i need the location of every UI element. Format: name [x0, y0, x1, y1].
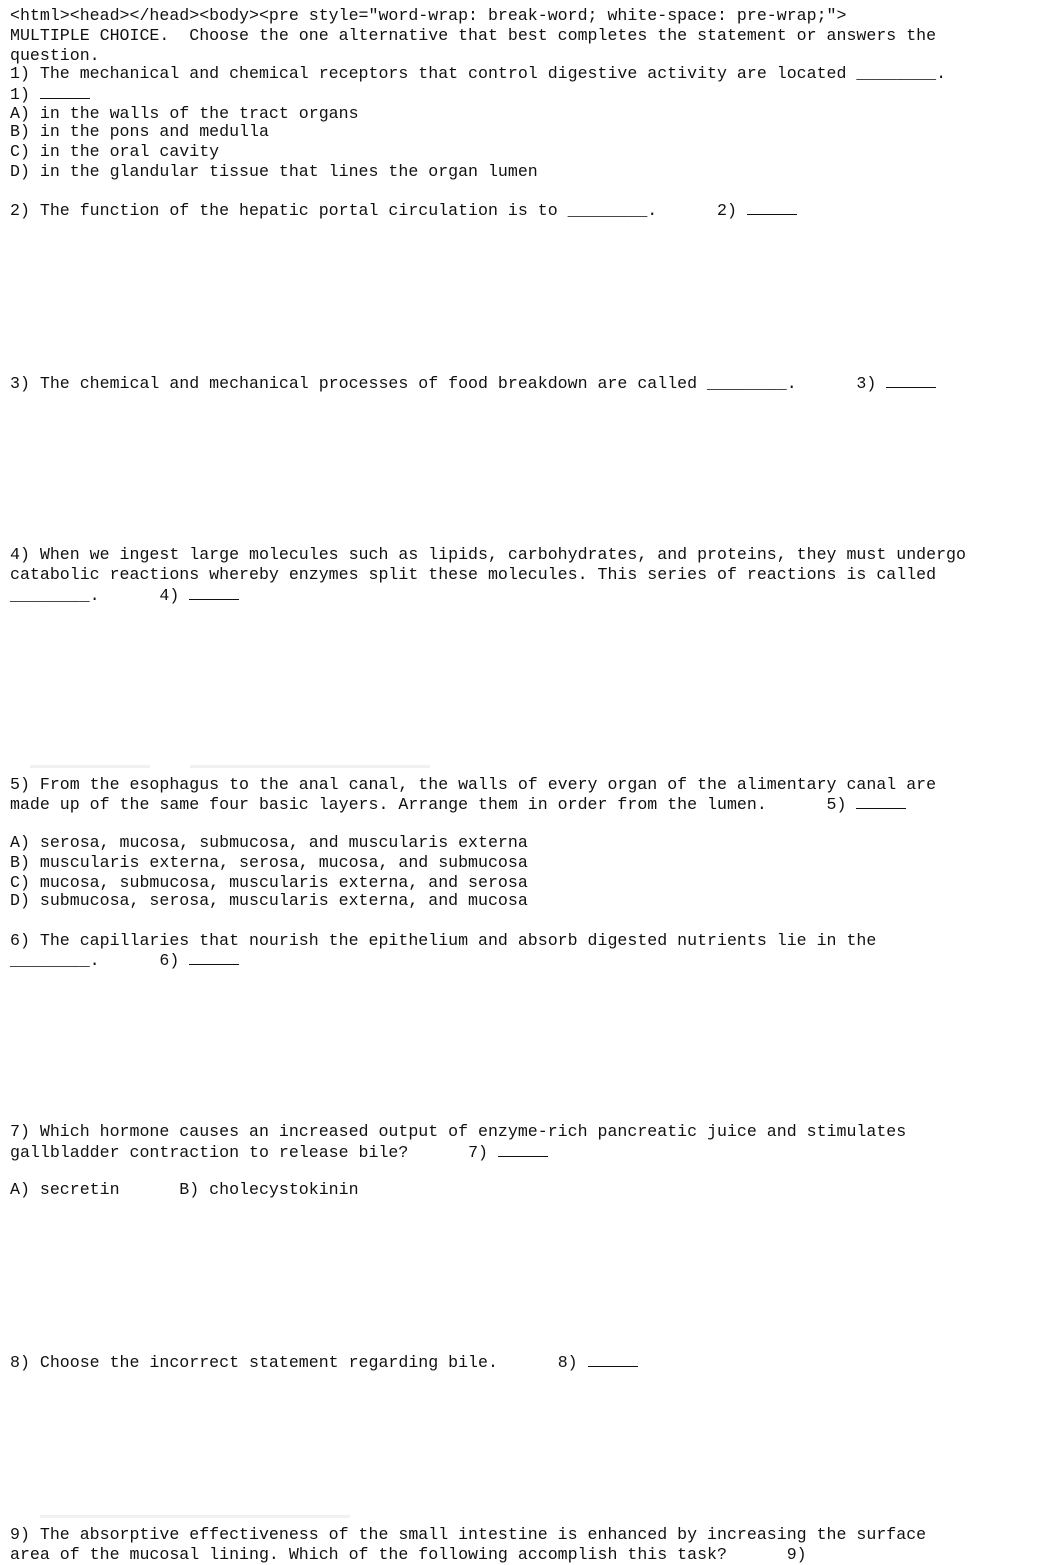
question-4-text-line-1: 4) When we ingest large molecules such a…: [10, 545, 966, 564]
question-4-text-line-3: ________. 4): [10, 585, 240, 606]
faint-artifact: [190, 765, 430, 768]
answer-blank[interactable]: [497, 1142, 548, 1157]
document-page: <html><head></head><body><pre style="wor…: [0, 0, 1062, 1564]
answer-label: 2): [717, 201, 737, 220]
answer-blank[interactable]: [39, 84, 90, 99]
question-1-answer: 1): [10, 84, 90, 105]
question-5-text-line-2: made up of the same four basic layers. A…: [10, 794, 907, 815]
question-7-text: gallbladder contraction to release bile?: [10, 1143, 469, 1162]
question-7-text-line-1: 7) Which hormone causes an increased out…: [10, 1122, 907, 1141]
question-3: 3) The chemical and mechanical processes…: [10, 373, 937, 394]
question-7-options: A) secretin B) cholecystokinin: [10, 1180, 359, 1199]
question-3-text: 3) The chemical and mechanical processes…: [10, 374, 857, 393]
question-5-option-d: D) submucosa, serosa, muscularis externa…: [10, 891, 528, 910]
answer-blank[interactable]: [746, 200, 797, 215]
question-1-text: 1) The mechanical and chemical receptors…: [10, 64, 947, 83]
question-5-text-line-1: 5) From the esophagus to the anal canal,…: [10, 775, 937, 794]
answer-label: 1): [10, 85, 30, 104]
question-1-option-b: B) in the pons and medulla: [10, 122, 269, 141]
answer-label: 8): [557, 1353, 578, 1372]
question-5-option-a: A) serosa, mucosa, submucosa, and muscul…: [10, 833, 528, 852]
answer-label: 3): [856, 374, 877, 393]
faint-artifact: [30, 765, 150, 768]
question-1-option-a: A) in the walls of the tract organs: [10, 104, 359, 123]
answer-label: 4): [159, 586, 180, 605]
question-9-text: area of the mucosal lining. Which of the…: [10, 1545, 787, 1564]
source-header-text: <html><head></head><body><pre style="wor…: [10, 6, 847, 25]
question-9-text-line-1: 9) The absorptive effectiveness of the s…: [10, 1525, 927, 1544]
question-1-option-d: D) in the glandular tissue that lines th…: [10, 162, 538, 181]
question-6-text-line-1: 6) The capillaries that nourish the epit…: [10, 931, 877, 950]
question-5-option-c: C) mucosa, submucosa, muscularis externa…: [10, 873, 528, 892]
question-5-text: made up of the same four basic layers. A…: [10, 795, 827, 814]
question-8: 8) Choose the incorrect statement regard…: [10, 1352, 638, 1373]
faint-artifact: [40, 1515, 350, 1518]
instructions-line-1: MULTIPLE CHOICE. Choose the one alternat…: [10, 26, 937, 45]
question-8-text: 8) Choose the incorrect statement regard…: [10, 1353, 558, 1372]
answer-label: 7): [468, 1143, 488, 1162]
question-6-text-line-2: ________. 6): [10, 950, 240, 971]
question-4-blank-line: ________.: [10, 586, 160, 605]
answer-label: 9): [786, 1545, 807, 1564]
question-6-blank-line: ________.: [10, 951, 160, 970]
answer-label: 5): [826, 795, 847, 814]
question-9-text-line-2: area of the mucosal lining. Which of the…: [10, 1545, 807, 1565]
question-2: 2) The function of the hepatic portal ci…: [10, 200, 797, 221]
answer-blank[interactable]: [189, 950, 240, 965]
question-4-text-line-2: catabolic reactions whereby enzymes spli…: [10, 565, 937, 584]
answer-blank[interactable]: [189, 585, 240, 600]
instructions-line-2: question.: [10, 46, 100, 65]
answer-blank[interactable]: [886, 373, 937, 388]
question-2-text: 2) The function of the hepatic portal ci…: [10, 201, 718, 220]
question-5-option-b: B) muscularis externa, serosa, mucosa, a…: [10, 853, 528, 872]
answer-blank[interactable]: [587, 1352, 638, 1367]
answer-label: 6): [159, 951, 180, 970]
question-1-option-c: C) in the oral cavity: [10, 142, 220, 161]
question-7-text-line-2: gallbladder contraction to release bile?…: [10, 1142, 548, 1163]
answer-blank[interactable]: [856, 794, 907, 809]
